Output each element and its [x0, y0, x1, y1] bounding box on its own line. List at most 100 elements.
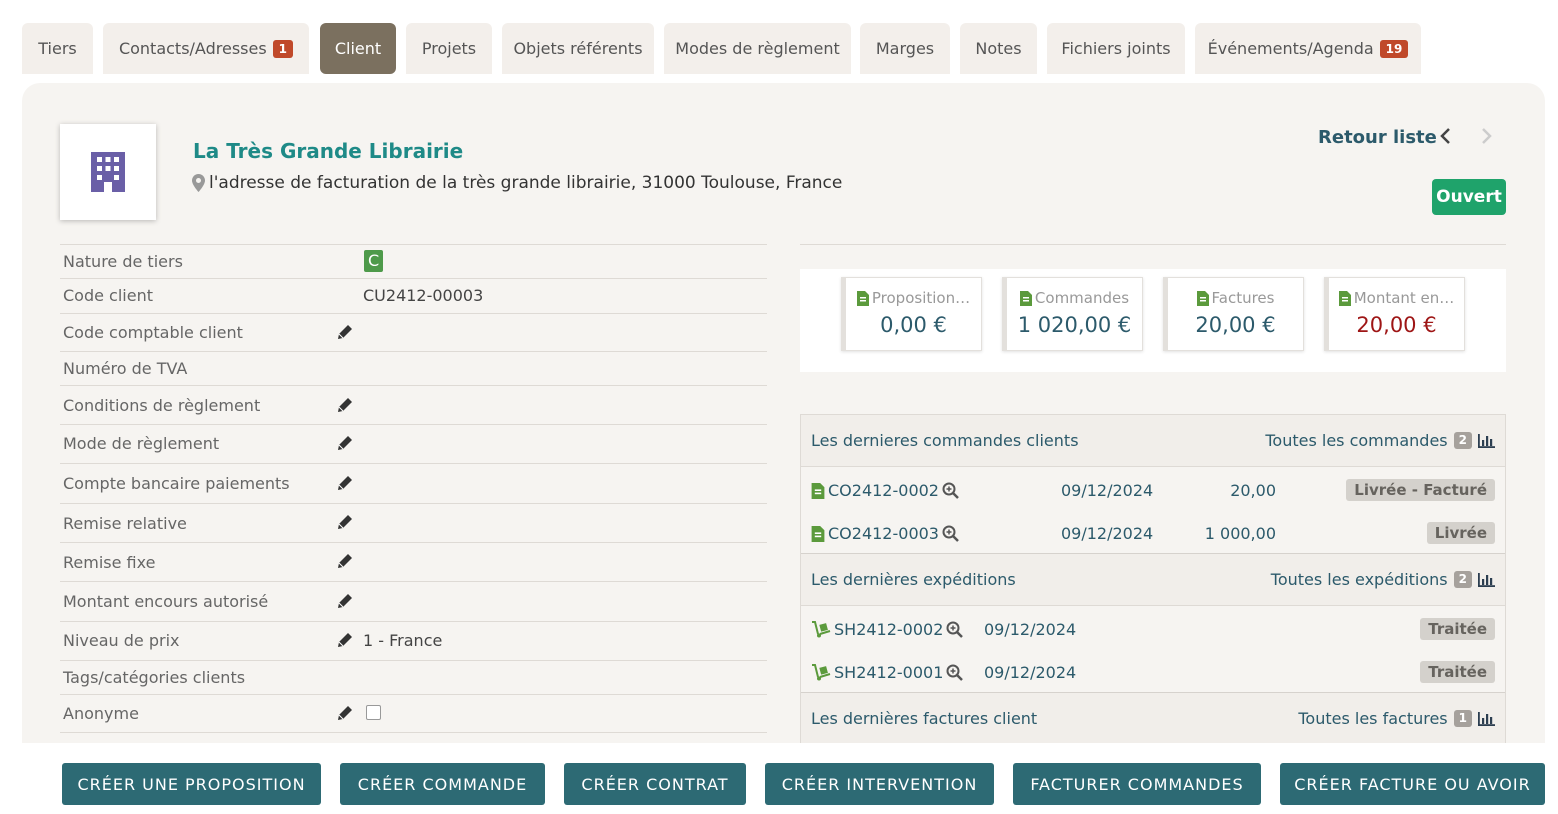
building-icon [91, 152, 125, 192]
shipment-ref-link[interactable]: SH2412-0002 [834, 620, 943, 639]
create-invoice-button[interactable]: CRÉER FACTURE OU AVOIR [1280, 763, 1545, 805]
shipments-header: Les dernières expéditions Toutes les exp… [801, 554, 1505, 606]
tab-label: Tiers [38, 39, 77, 58]
shipment-ref-link[interactable]: SH2412-0001 [834, 663, 943, 682]
tab-fichiers-joints[interactable]: Fichiers joints [1047, 23, 1185, 74]
zoom-icon[interactable] [942, 525, 960, 543]
tab-badge: 19 [1379, 39, 1409, 58]
order-status-badge: Livrée - Facturé [1346, 479, 1495, 501]
bar-chart-icon[interactable] [1478, 572, 1495, 587]
pencil-icon[interactable] [336, 323, 354, 341]
zoom-icon[interactable] [946, 621, 964, 639]
order-date: 09/12/2024 [1061, 481, 1154, 500]
all-invoices-link[interactable]: Toutes les factures [1298, 709, 1447, 728]
pencil-icon[interactable] [336, 704, 354, 722]
order-ref-link[interactable]: CO2412-0002 [828, 481, 939, 500]
field-row-tva: Numéro de TVA [60, 351, 767, 385]
tab-tiers[interactable]: Tiers [22, 23, 93, 74]
order-amount: 1 000,00 [1204, 524, 1276, 543]
all-shipments-link[interactable]: Toutes les expéditions [1271, 570, 1448, 589]
field-row-conditions-reglement: Conditions de règlement [60, 385, 767, 424]
all-orders-link[interactable]: Toutes les commandes [1265, 431, 1447, 450]
field-label: Code client [63, 286, 153, 305]
field-label: Anonyme [63, 704, 139, 723]
field-label: Code comptable client [63, 323, 243, 342]
field-row-niveau-prix: Niveau de prix 1 - France [60, 621, 767, 660]
stat-montant-encours[interactable]: Montant en… 20,00 € [1324, 277, 1465, 351]
tab-notes[interactable]: Notes [960, 23, 1037, 74]
stat-label: Montant en… [1353, 289, 1455, 307]
chevron-left-icon[interactable] [1438, 127, 1454, 145]
field-row-remise-relative: Remise relative [60, 503, 767, 542]
shipment-status-badge: Traitée [1420, 618, 1495, 640]
order-ref-link[interactable]: CO2412-0003 [828, 524, 939, 543]
dolly-icon [812, 664, 831, 681]
pencil-icon[interactable] [336, 434, 354, 452]
chevron-right-icon[interactable] [1478, 127, 1494, 145]
stat-propositions[interactable]: Proposition… 0,00 € [841, 277, 982, 351]
tab-label: Fichiers joints [1061, 39, 1171, 58]
tab-client[interactable]: Client [320, 23, 396, 74]
dolly-icon [812, 621, 831, 638]
pencil-icon[interactable] [336, 474, 354, 492]
tab-label: Client [334, 39, 382, 58]
tab-evenements-agenda[interactable]: Événements/Agenda 19 [1195, 23, 1421, 74]
field-label: Compte bancaire paiements [63, 474, 290, 493]
document-icon [856, 290, 869, 306]
shipments-list: SH2412-0002 09/12/2024 Traitée SH2412-00… [801, 606, 1505, 693]
bar-chart-icon[interactable] [1478, 711, 1495, 726]
create-order-button[interactable]: CRÉER COMMANDE [340, 763, 545, 805]
tab-label: Marges [875, 39, 935, 58]
stat-value: 20,00 € [1356, 313, 1437, 337]
order-date: 09/12/2024 [1061, 524, 1154, 543]
list-item: CO2412-0003 09/12/2024 1 000,00 Livrée [801, 512, 1505, 555]
create-intervention-button[interactable]: CRÉER INTERVENTION [765, 763, 994, 805]
shipment-date: 09/12/2024 [984, 620, 1077, 639]
company-name[interactable]: La Très Grande Librairie [193, 139, 463, 163]
field-label: Remise fixe [63, 553, 156, 572]
field-row-montant-encours: Montant encours autorisé [60, 581, 767, 621]
zoom-icon[interactable] [942, 482, 960, 500]
tab-objets-referents[interactable]: Objets référents [502, 23, 654, 74]
tab-projets[interactable]: Projets [406, 23, 492, 74]
customer-type-badge: C [364, 250, 384, 272]
anonyme-checkbox[interactable] [366, 705, 381, 720]
invoices-count-badge: 1 [1453, 710, 1472, 727]
pencil-icon[interactable] [336, 396, 354, 414]
stats-panel: Proposition… 0,00 € Commandes 1 020,00 €… [800, 269, 1506, 372]
document-icon [811, 525, 825, 542]
create-proposal-button[interactable]: CRÉER UNE PROPOSITION [62, 763, 321, 805]
field-value: CU2412-00003 [363, 286, 484, 305]
tab-contacts[interactable]: Contacts/Adresses 1 [103, 23, 309, 74]
tab-modes-reglement[interactable]: Modes de règlement [664, 23, 851, 74]
order-amount: 20,00 [1230, 481, 1276, 500]
tab-label: Contacts/Adresses [118, 39, 267, 58]
field-label: Niveau de prix [63, 631, 180, 650]
bar-chart-icon[interactable] [1478, 433, 1495, 448]
pencil-icon[interactable] [336, 592, 354, 610]
pencil-icon[interactable] [336, 552, 354, 570]
order-status-badge: Livrée [1426, 522, 1495, 544]
field-label: Tags/catégories clients [63, 668, 246, 687]
stat-commandes[interactable]: Commandes 1 020,00 € [1002, 277, 1143, 351]
field-row-nature: Nature de tiers C [60, 244, 767, 278]
stat-factures[interactable]: Factures 20,00 € [1163, 277, 1304, 351]
field-label: Numéro de TVA [63, 359, 188, 378]
back-to-list-link[interactable]: Retour liste [1318, 127, 1437, 148]
stat-value: 0,00 € [880, 313, 947, 337]
tab-marges[interactable]: Marges [860, 23, 950, 74]
recent-lists: Les dernieres commandes clients Toutes l… [800, 414, 1506, 743]
pencil-icon[interactable] [336, 631, 354, 649]
field-row-anonyme: Anonyme [60, 694, 767, 733]
status-badge: Ouvert [1432, 179, 1506, 215]
orders-list: CO2412-0002 09/12/2024 20,00 Livrée - Fa… [801, 467, 1505, 554]
shipment-status-badge: Traitée [1420, 661, 1495, 683]
pencil-icon[interactable] [336, 513, 354, 531]
shipment-date: 09/12/2024 [984, 663, 1077, 682]
tab-label: Projets [421, 39, 477, 58]
orders-title: Les dernieres commandes clients [811, 431, 1079, 450]
zoom-icon[interactable] [946, 664, 964, 682]
tab-label: Événements/Agenda [1207, 39, 1374, 58]
create-contract-button[interactable]: CRÉER CONTRAT [564, 763, 746, 805]
invoice-orders-button[interactable]: FACTURER COMMANDES [1013, 763, 1261, 805]
